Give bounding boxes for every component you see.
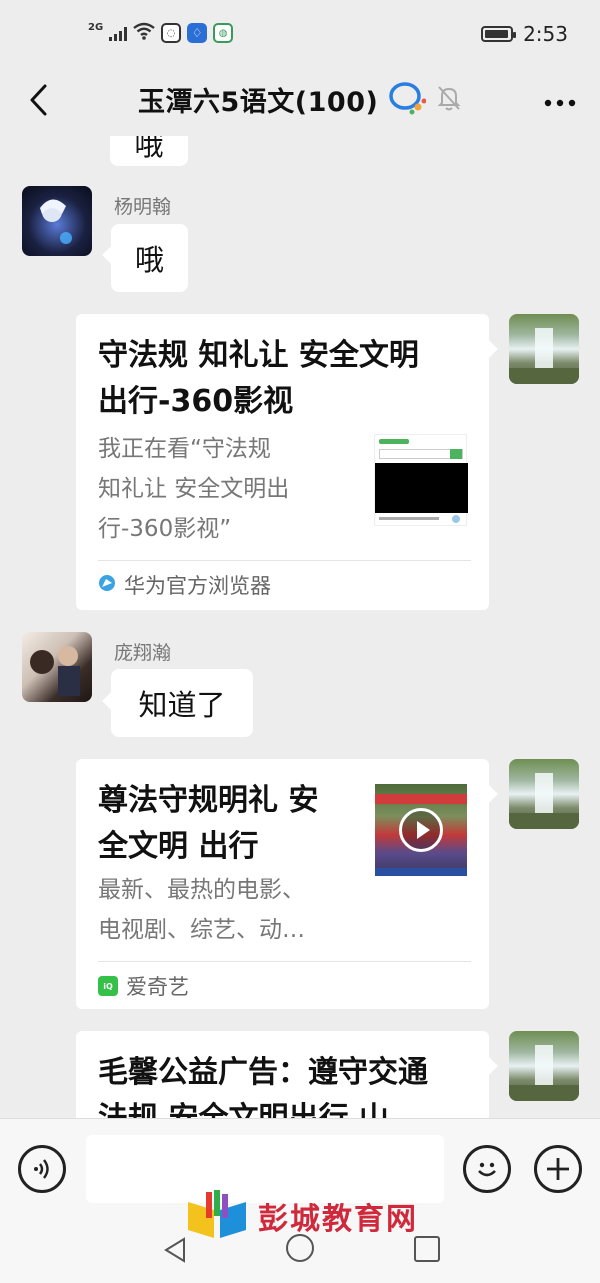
clock: 2:53 (523, 22, 568, 46)
link-card[interactable]: 守法规 知礼让 安全文明 出行-360影视 我正在看“守法规 知礼让 安全文明出… (76, 314, 489, 610)
back-button[interactable] (18, 80, 58, 120)
watermark-text: 彭城教育网 (258, 1202, 418, 1237)
divider (98, 560, 471, 561)
voice-icon (34, 1159, 49, 1179)
app-notification-icon-2: ◍ (213, 23, 234, 43)
card-source: 华为官方浏览器 (98, 570, 271, 600)
avatar[interactable] (22, 632, 92, 702)
card-source-label: 爱奇艺 (126, 975, 189, 999)
chat-notification-icon: ◌ (161, 23, 182, 43)
card-desc-line: 行-360影视” (98, 516, 232, 542)
card-title-line: 守法规 知礼让 安全文明 (98, 338, 419, 373)
status-bar: 2G ◌ ♢ ◍ 2:53 (0, 0, 600, 66)
sender-name: 庞翔瀚 (114, 642, 172, 664)
watermark: 彭城教育网 (186, 1190, 418, 1242)
chat-title[interactable]: 玉潭六5语文(100) (138, 80, 378, 119)
emoji-icon (478, 1162, 496, 1177)
card-desc-line: 电视剧、综艺、动… (98, 917, 305, 943)
card-title-line: 毛馨公益广告：遵守交通 (98, 1055, 428, 1090)
more-dots-icon (544, 99, 576, 107)
nav-back-button[interactable] (162, 1236, 188, 1268)
emoji-button[interactable] (463, 1145, 511, 1193)
card-desc-line: 我正在看“守法规 (98, 436, 271, 462)
plus-icon (547, 1158, 569, 1180)
my-avatar[interactable] (509, 759, 579, 829)
divider (98, 961, 471, 962)
card-title-line: 出行-360影视 (98, 384, 294, 419)
card-title-line: 法规 安全文明出行 山 (98, 1097, 389, 1118)
card-desc-line: 最新、最热的电影、 (98, 877, 305, 903)
message-bubble[interactable]: 知道了 (111, 669, 253, 737)
app-notification-icon: ♢ (187, 23, 208, 43)
card-source: iQ 爱奇艺 (98, 971, 189, 1001)
chat-header: 玉潭六5语文(100) (0, 66, 600, 136)
watermark-logo-icon (188, 1190, 246, 1238)
signal-icon (109, 25, 128, 41)
play-icon (399, 808, 443, 852)
message-text: 哦 (134, 243, 164, 277)
message-text: 知道了 (138, 688, 226, 722)
group-chat-icon (388, 81, 427, 119)
link-card[interactable]: 尊法守规明礼 安 全文明 出行 最新、最热的电影、 电视剧、综艺、动… iQ 爱… (76, 759, 489, 1009)
message-bubble[interactable]: 哦 (111, 224, 188, 292)
card-source-label: 华为官方浏览器 (124, 574, 271, 598)
link-card[interactable]: 毛馨公益广告：遵守交通 法规 安全文明出行 山 (76, 1031, 489, 1118)
voice-button[interactable] (18, 1145, 66, 1193)
iqiyi-icon: iQ (98, 976, 118, 996)
card-title-line: 尊法守规明礼 安 (98, 783, 319, 818)
more-button[interactable] (544, 84, 576, 114)
avatar[interactable] (22, 186, 92, 256)
card-thumbnail (375, 784, 467, 876)
network-type: 2G (88, 21, 104, 33)
message-list[interactable]: 哦 杨明翰 哦 守法规 知礼让 安全文明 出行-360影视 我正在看“守法规 知… (0, 136, 600, 1118)
battery-icon (481, 26, 517, 42)
card-thumbnail (374, 434, 468, 526)
card-title-line: 全文明 出行 (98, 829, 259, 864)
my-avatar[interactable] (509, 1031, 579, 1101)
browser-icon (98, 573, 116, 597)
card-desc-line: 知礼让 安全文明出 (98, 476, 290, 502)
mute-bell-icon (436, 84, 462, 116)
plus-button[interactable] (534, 1145, 582, 1193)
sender-name: 杨明翰 (114, 196, 172, 218)
message-bubble[interactable]: 哦 (110, 136, 188, 166)
triangle-back-icon (164, 1237, 185, 1263)
message-text: 哦 (134, 136, 164, 162)
chevron-left-icon (30, 84, 47, 116)
my-avatar[interactable] (509, 314, 579, 384)
wifi-icon (133, 22, 155, 44)
